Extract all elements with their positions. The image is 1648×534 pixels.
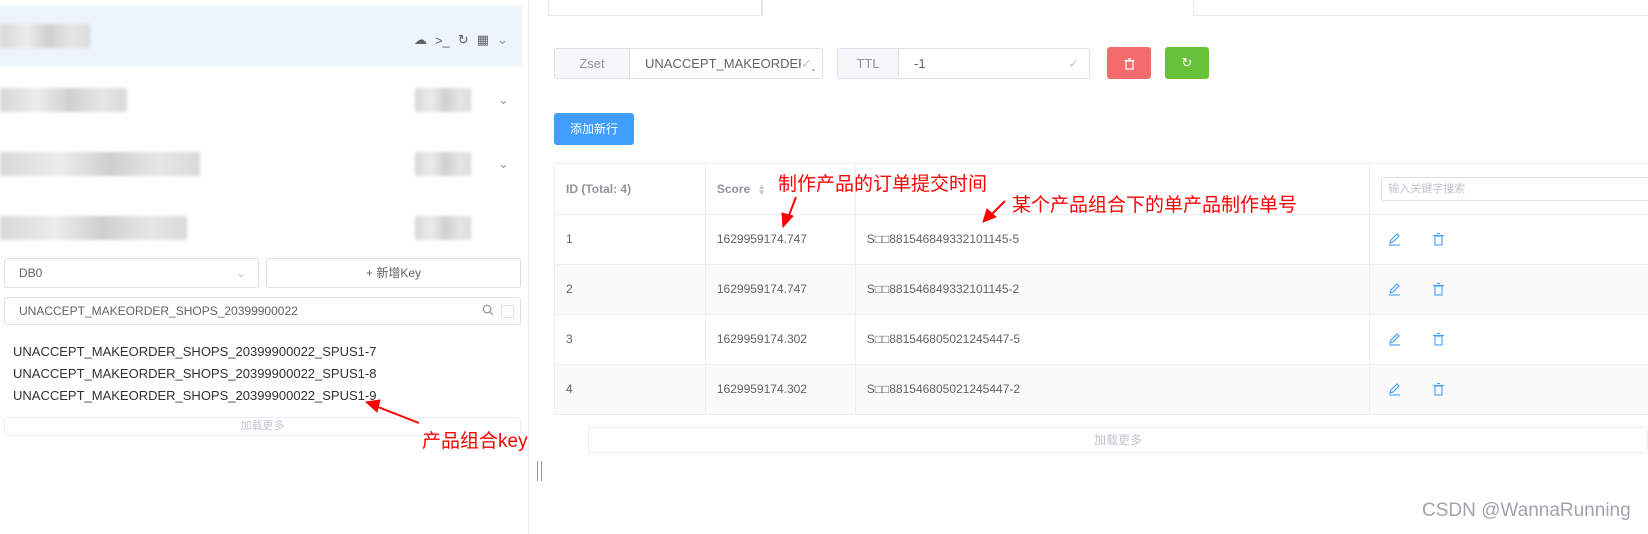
edit-icon[interactable] — [1388, 332, 1401, 346]
resize-handle[interactable] — [537, 461, 542, 481]
trash-icon[interactable] — [1432, 332, 1445, 346]
server-icon[interactable]: ☁ — [414, 32, 427, 48]
key-search-input[interactable]: UNACCEPT_MAKEORDER_SHOPS_20399900022 — [4, 297, 521, 325]
trash-icon — [1124, 57, 1134, 70]
edit-icon[interactable] — [1388, 282, 1401, 296]
connection-item-4[interactable] — [0, 198, 522, 258]
key-search-value: UNACCEPT_MAKEORDER_SHOPS_20399900022 — [19, 304, 298, 318]
column-header-operation: 输入关键字搜索 — [1370, 164, 1648, 214]
search-icon[interactable] — [482, 304, 494, 316]
row-score: 1629959174.747 — [706, 265, 856, 314]
table-load-more-button[interactable]: 加载更多 — [588, 427, 1648, 453]
table-row: 3 1629959174.302 S□□881546805021245447-5 — [555, 315, 1648, 365]
redacted-connection-status — [415, 88, 471, 112]
edit-icon[interactable] — [1388, 382, 1401, 396]
key-list-item[interactable]: UNACCEPT_MAKEORDER_SHOPS_20399900022_SPU… — [13, 385, 376, 407]
connection-item-2[interactable]: ⌄ — [0, 70, 522, 130]
key-name-value: UNACCEPT_MAKEORDER_ — [645, 56, 815, 71]
refresh-icon[interactable]: ↻ — [458, 32, 469, 48]
pane-divider — [528, 0, 529, 534]
connection-item-1[interactable]: ☁ >_ ↻ ▦ ⌄ — [0, 6, 522, 66]
row-actions — [1370, 315, 1648, 364]
chevron-down-icon[interactable]: ⌄ — [498, 157, 509, 170]
redacted-connection-status — [415, 216, 471, 240]
sort-icon[interactable]: ▲ ▼ — [758, 182, 766, 196]
ttl-label: TTL — [837, 48, 899, 79]
key-type-name-group: Zset UNACCEPT_MAKEORDER_ ✓ — [554, 48, 823, 79]
chevron-down-icon: ⌄ — [235, 266, 246, 280]
row-score: 1629959174.302 — [706, 315, 856, 364]
key-name-input[interactable]: UNACCEPT_MAKEORDER_ ✓ — [630, 48, 823, 79]
key-list-item[interactable]: UNACCEPT_MAKEORDER_SHOPS_20399900022_SPU… — [13, 341, 376, 363]
redacted-connection-status — [415, 152, 471, 176]
connection-toolbar: ☁ >_ ↻ ▦ ⌄ — [414, 32, 508, 48]
key-type-label: Zset — [554, 48, 630, 79]
tab-bar — [548, 0, 1648, 16]
column-header-id: ID (Total: 4) — [555, 164, 706, 214]
row-id: 3 — [555, 315, 706, 364]
redacted-connection-name — [0, 88, 127, 112]
grid-icon[interactable]: ▦ — [477, 32, 489, 48]
row-member: S□□881546849332101145-5 — [856, 215, 1371, 264]
redacted-connection-name — [0, 216, 187, 240]
check-icon[interactable]: ✓ — [801, 49, 812, 78]
row-id: 4 — [555, 365, 706, 414]
watermark: CSDN @WannaRunning — [1422, 500, 1631, 521]
edit-icon[interactable] — [1388, 232, 1401, 246]
annotation-member: 某个产品组合下的单产品制作单号 — [1012, 195, 1298, 216]
trash-icon[interactable] — [1432, 232, 1445, 246]
redacted-connection-name — [0, 152, 200, 176]
table-filter-input[interactable]: 输入关键字搜索 — [1381, 177, 1648, 201]
sidebar: ☁ >_ ↻ ▦ ⌄ ⌄ ⌄ DB0 ⌄ + 新增Key UNACCEPT_MA… — [0, 0, 528, 534]
terminal-icon[interactable]: >_ — [435, 33, 450, 48]
row-actions — [1370, 215, 1648, 264]
row-score: 1629959174.302 — [706, 365, 856, 414]
table-row: 2 1629959174.747 S□□881546849332101145-2 — [555, 265, 1648, 315]
ttl-value: -1 — [914, 56, 926, 71]
refresh-icon: ↻ — [1181, 55, 1193, 70]
refresh-key-button[interactable]: ↻ — [1165, 47, 1209, 79]
new-key-button[interactable]: + 新增Key — [266, 258, 521, 288]
redacted-connection-name — [0, 24, 90, 48]
row-member: S□□881546805021245447-2 — [856, 365, 1371, 414]
table-row: 1 1629959174.747 S□□881546849332101145-5 — [555, 215, 1648, 265]
ttl-input[interactable]: -1 ✓ — [899, 48, 1090, 79]
row-member: S□□881546805021245447-5 — [856, 315, 1371, 364]
annotation-score: 制作产品的订单提交时间 — [778, 174, 988, 195]
score-header-label: Score — [716, 182, 751, 196]
row-actions — [1370, 265, 1648, 314]
row-score: 1629959174.747 — [706, 215, 856, 264]
chevron-down-icon[interactable]: ⌄ — [497, 32, 508, 48]
db-select-value: DB0 — [19, 266, 43, 280]
connection-item-3[interactable]: ⌄ — [0, 134, 522, 194]
row-id: 2 — [555, 265, 706, 314]
row-id: 1 — [555, 215, 706, 264]
key-list-item[interactable]: UNACCEPT_MAKEORDER_SHOPS_20399900022_SPU… — [13, 363, 376, 385]
row-member: S□□881546849332101145-2 — [856, 265, 1371, 314]
tab-1[interactable] — [548, 0, 762, 16]
trash-icon[interactable] — [1432, 282, 1445, 296]
annotation-key: 产品组合key — [422, 431, 528, 452]
delete-key-button[interactable] — [1107, 47, 1151, 79]
row-actions — [1370, 365, 1648, 414]
tab-2[interactable] — [762, 0, 1194, 16]
exact-match-checkbox[interactable] — [501, 305, 514, 318]
add-row-button[interactable]: 添加新行 — [554, 113, 634, 145]
table-row: 4 1629959174.302 S□□881546805021245447-2 — [555, 365, 1648, 415]
ttl-group: TTL -1 ✓ — [837, 48, 1090, 79]
check-icon[interactable]: ✓ — [1068, 49, 1079, 78]
trash-icon[interactable] — [1432, 382, 1445, 396]
db-select[interactable]: DB0 ⌄ — [4, 258, 259, 288]
key-list: UNACCEPT_MAKEORDER_SHOPS_20399900022_SPU… — [13, 341, 376, 407]
chevron-down-icon[interactable]: ⌄ — [498, 93, 509, 106]
